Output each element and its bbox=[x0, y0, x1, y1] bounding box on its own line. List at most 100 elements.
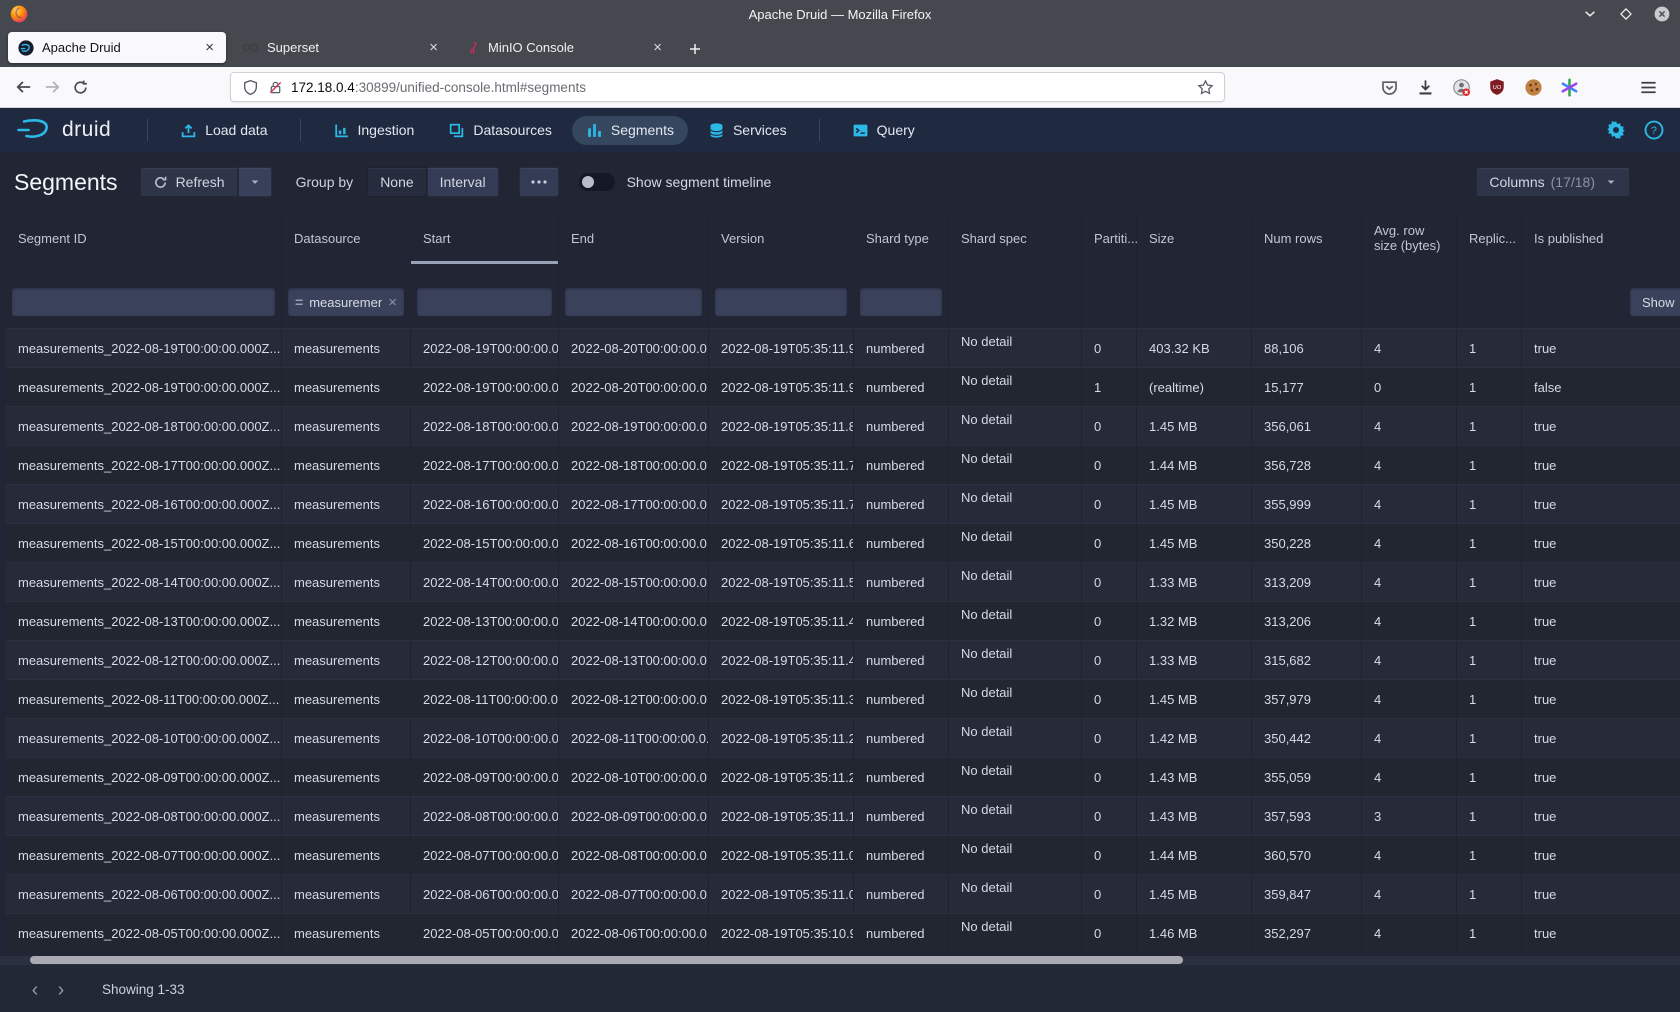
tab-superset[interactable]: Superset× bbox=[232, 32, 450, 63]
menu-icon[interactable] bbox=[1634, 73, 1662, 101]
nav-item-ingestion[interactable]: Ingestion bbox=[319, 116, 429, 145]
cell-end: 2022-08-09T00:00:00.0... bbox=[559, 797, 709, 835]
ublock-origin-icon[interactable]: UO bbox=[1486, 76, 1508, 98]
column-header-version[interactable]: Version bbox=[709, 212, 854, 264]
help-icon[interactable]: ? bbox=[1644, 120, 1664, 140]
segment-timeline-toggle[interactable] bbox=[579, 173, 615, 191]
cell-end: 2022-08-11T00:00:00.0... bbox=[559, 719, 709, 757]
filter-input-version[interactable] bbox=[715, 288, 847, 316]
filter-input-shard_type[interactable] bbox=[860, 288, 942, 316]
column-header-shard_type[interactable]: Shard type bbox=[854, 212, 949, 264]
column-header-num_rows[interactable]: Num rows bbox=[1252, 212, 1362, 264]
table-row[interactable]: measurements_2022-08-09T00:00:00.000Z...… bbox=[6, 757, 1680, 796]
bookmark-star-icon[interactable] bbox=[1196, 78, 1214, 96]
prev-page-button[interactable]: ‹ bbox=[22, 977, 48, 1003]
nav-item-load-data[interactable]: Load data bbox=[166, 116, 281, 145]
refresh-button[interactable]: Refresh bbox=[140, 167, 238, 197]
shield-icon[interactable] bbox=[241, 78, 259, 96]
filter-input-segment_id[interactable] bbox=[12, 288, 275, 316]
cell-segment_id: measurements_2022-08-17T00:00:00.000Z... bbox=[6, 446, 282, 484]
url-bar[interactable]: 172.18.0.4:30899/unified-console.html#se… bbox=[230, 72, 1225, 102]
filter-input-end[interactable] bbox=[565, 288, 702, 316]
group-by-interval-button[interactable]: Interval bbox=[427, 167, 499, 197]
cell-version: 2022-08-19T05:35:11.3... bbox=[709, 680, 854, 718]
table-row[interactable]: measurements_2022-08-14T00:00:00.000Z...… bbox=[6, 562, 1680, 601]
table-row[interactable]: measurements_2022-08-13T00:00:00.000Z...… bbox=[6, 601, 1680, 640]
column-header-start[interactable]: Start bbox=[411, 212, 559, 264]
cell-end: 2022-08-17T00:00:00.0... bbox=[559, 485, 709, 523]
gear-icon[interactable] bbox=[1606, 120, 1626, 140]
window-close-icon[interactable] bbox=[1654, 6, 1670, 22]
nav-item-segments[interactable]: Segments bbox=[572, 116, 688, 145]
table-row[interactable]: measurements_2022-08-15T00:00:00.000Z...… bbox=[6, 523, 1680, 562]
column-header-shard_spec[interactable]: Shard spec bbox=[949, 212, 1082, 264]
clear-filter-icon[interactable]: × bbox=[388, 294, 397, 311]
back-icon[interactable] bbox=[10, 73, 38, 101]
forward-icon[interactable] bbox=[38, 73, 66, 101]
column-header-is_published[interactable]: Is published bbox=[1522, 212, 1680, 264]
cell-partition: 0 bbox=[1082, 407, 1137, 445]
horizontal-scrollbar[interactable] bbox=[0, 956, 1680, 964]
table-row[interactable]: measurements_2022-08-06T00:00:00.000Z...… bbox=[6, 874, 1680, 913]
colorful-asterisk-extension-icon[interactable] bbox=[1558, 76, 1580, 98]
cookie-extension-icon[interactable] bbox=[1522, 76, 1544, 98]
more-options-button[interactable] bbox=[519, 167, 559, 197]
scrollbar-thumb[interactable] bbox=[30, 956, 1183, 964]
table-row[interactable]: measurements_2022-08-11T00:00:00.000Z...… bbox=[6, 679, 1680, 718]
tab-close-icon[interactable]: × bbox=[203, 39, 216, 56]
column-header-partition[interactable]: Partiti... bbox=[1082, 212, 1137, 264]
column-label: Avg. row size (bytes) bbox=[1374, 223, 1444, 253]
datasource-filter-chip[interactable]: =measurements× bbox=[288, 288, 404, 316]
column-header-datasource[interactable]: Datasource bbox=[282, 212, 411, 264]
table-row[interactable]: measurements_2022-08-18T00:00:00.000Z...… bbox=[6, 406, 1680, 445]
nav-item-query[interactable]: Query bbox=[838, 116, 929, 145]
insecure-lock-icon[interactable] bbox=[267, 79, 283, 95]
refresh-interval-dropdown[interactable] bbox=[238, 167, 272, 197]
nav-item-services[interactable]: Services bbox=[694, 116, 801, 145]
column-header-segment_id[interactable]: Segment ID bbox=[6, 212, 282, 264]
cell-datasource: measurements bbox=[282, 524, 411, 562]
tab-close-icon[interactable]: × bbox=[427, 39, 440, 56]
download-icon[interactable] bbox=[1414, 76, 1436, 98]
window-maximize-icon[interactable] bbox=[1618, 6, 1634, 22]
columns-button[interactable]: Columns (17/18) bbox=[1476, 167, 1630, 197]
account-alert-extension-icon[interactable] bbox=[1450, 76, 1472, 98]
cell-datasource: measurements bbox=[282, 797, 411, 835]
cell-datasource: measurements bbox=[282, 641, 411, 679]
window-minimize-icon[interactable] bbox=[1582, 6, 1598, 22]
new-tab-button[interactable] bbox=[682, 36, 708, 62]
table-row[interactable]: measurements_2022-08-16T00:00:00.000Z...… bbox=[6, 484, 1680, 523]
reload-icon[interactable] bbox=[66, 73, 94, 101]
druid-logo[interactable]: druid bbox=[16, 117, 111, 143]
next-page-button[interactable]: › bbox=[48, 977, 74, 1003]
browser-toolbar: 172.18.0.4:30899/unified-console.html#se… bbox=[0, 67, 1680, 108]
cell-partition: 0 bbox=[1082, 641, 1137, 679]
filter-input-start[interactable] bbox=[417, 288, 552, 316]
tab-close-icon[interactable]: × bbox=[651, 39, 664, 56]
cell-avg_row_size: 4 bbox=[1362, 875, 1457, 913]
table-row[interactable]: measurements_2022-08-10T00:00:00.000Z...… bbox=[6, 718, 1680, 757]
table-row[interactable]: measurements_2022-08-19T00:00:00.000Z...… bbox=[6, 328, 1680, 367]
tab-apache-druid[interactable]: Apache Druid× bbox=[8, 32, 226, 63]
table-row[interactable]: measurements_2022-08-12T00:00:00.000Z...… bbox=[6, 640, 1680, 679]
pocket-icon[interactable] bbox=[1378, 76, 1400, 98]
cell-shard_spec: No detail bbox=[949, 836, 1082, 874]
column-header-size[interactable]: Size bbox=[1137, 212, 1252, 264]
table-row[interactable]: measurements_2022-08-08T00:00:00.000Z...… bbox=[6, 796, 1680, 835]
table-row[interactable]: measurements_2022-08-17T00:00:00.000Z...… bbox=[6, 445, 1680, 484]
cell-shard_type: numbered bbox=[854, 719, 949, 757]
column-header-replication[interactable]: Replic... bbox=[1457, 212, 1522, 264]
table-row[interactable]: measurements_2022-08-19T00:00:00.000Z...… bbox=[6, 367, 1680, 406]
group-by-none-button[interactable]: None bbox=[367, 167, 426, 197]
table-row[interactable]: measurements_2022-08-05T00:00:00.000Z...… bbox=[6, 913, 1680, 952]
cell-start: 2022-08-19T00:00:00.0... bbox=[411, 368, 559, 406]
cell-is_published: true bbox=[1522, 602, 1680, 640]
cell-version: 2022-08-19T05:35:11.0... bbox=[709, 875, 854, 913]
nav-item-datasources[interactable]: Datasources bbox=[434, 116, 566, 145]
is-published-filter-select[interactable]: Show bbox=[1630, 288, 1680, 316]
cell-size: 1.45 MB bbox=[1137, 524, 1252, 562]
tab-minio-console[interactable]: MinIO Console× bbox=[456, 32, 674, 63]
column-header-end[interactable]: End bbox=[559, 212, 709, 264]
column-header-avg_row_size[interactable]: Avg. row size (bytes) bbox=[1362, 212, 1457, 264]
table-row[interactable]: measurements_2022-08-07T00:00:00.000Z...… bbox=[6, 835, 1680, 874]
